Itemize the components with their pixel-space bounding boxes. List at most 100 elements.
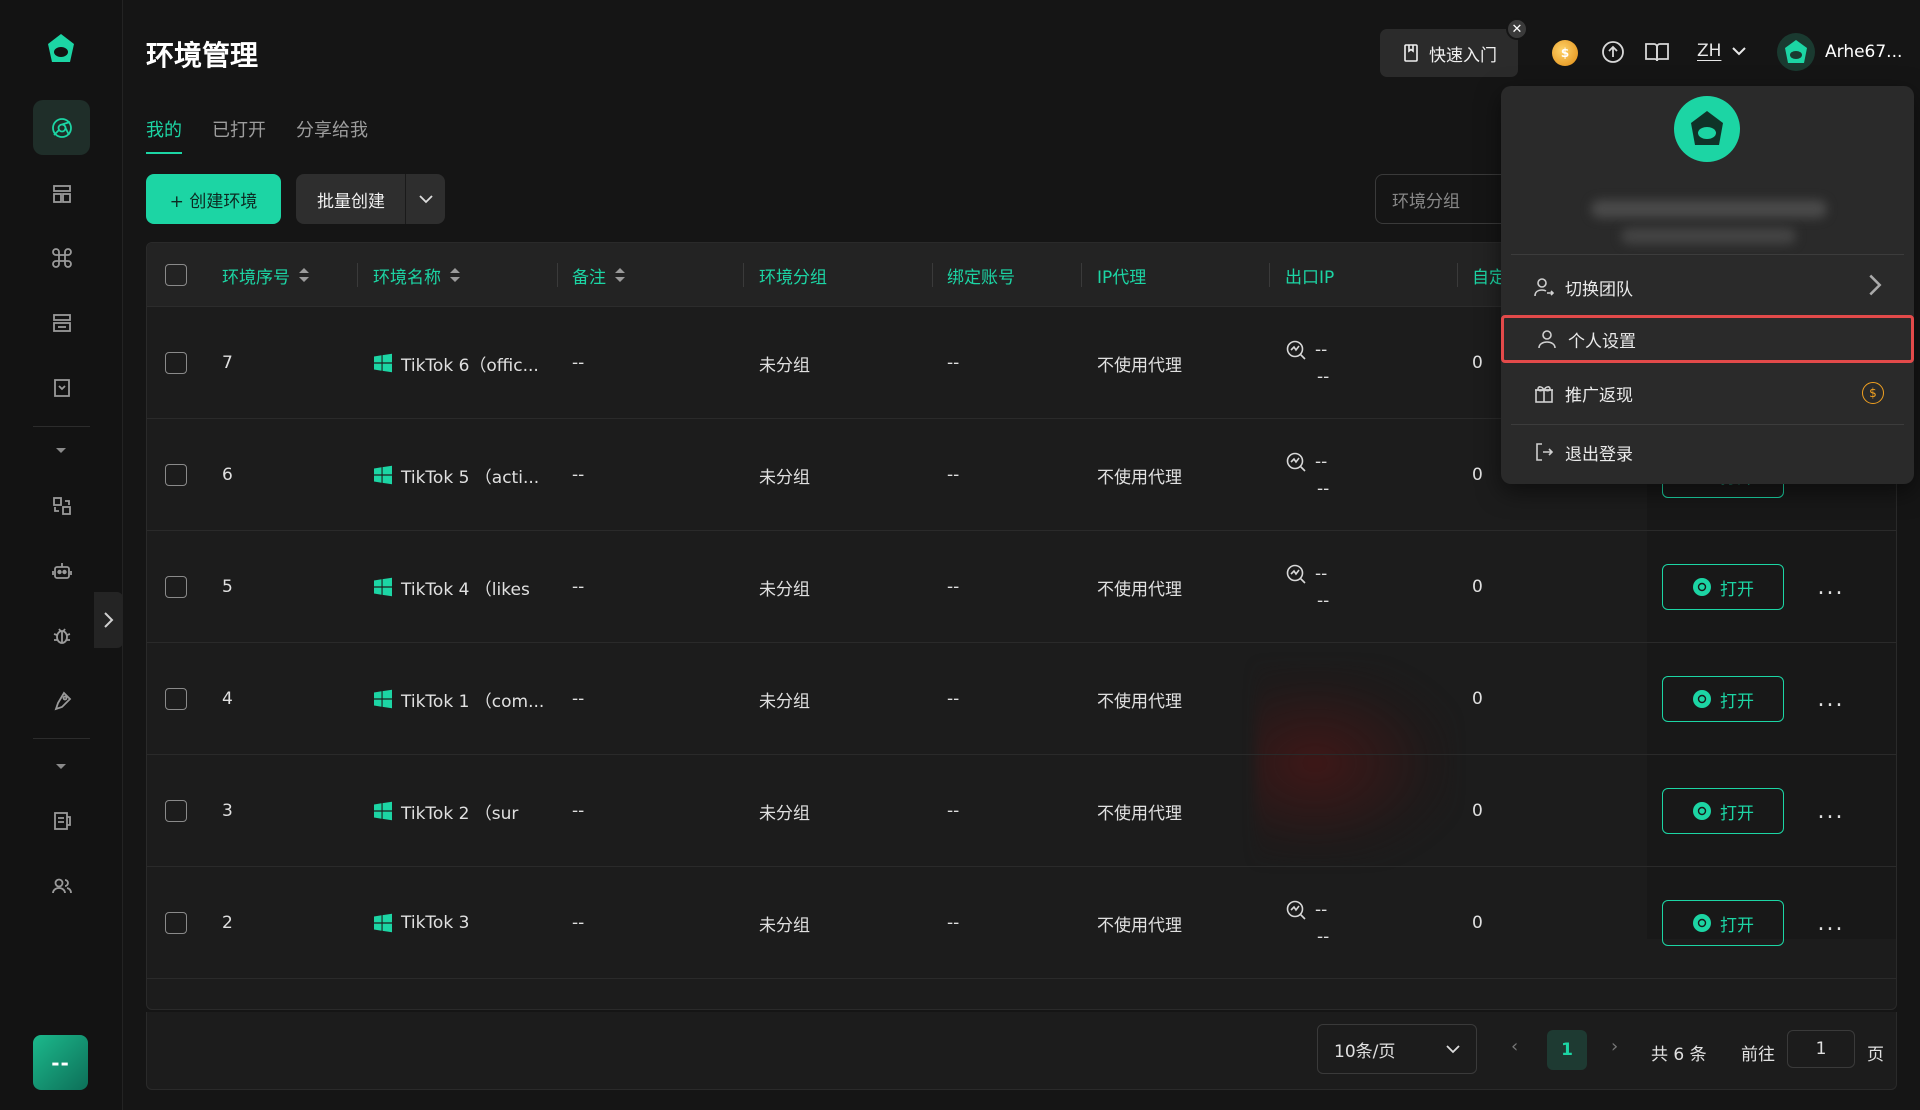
- exit-ip-value: --: [1315, 340, 1328, 360]
- table-row[interactable]: 4 TikTok 1 （com... -- 未分组 -- 不使用代理 0 打开...: [147, 643, 1896, 755]
- quick-start-button[interactable]: 快速入门: [1380, 29, 1518, 77]
- personal-settings-item[interactable]: 个人设置: [1501, 315, 1914, 363]
- env-note: --: [572, 465, 585, 485]
- close-icon[interactable]: ✕: [1506, 18, 1528, 40]
- total-count: 共 6 条: [1651, 1045, 1707, 1065]
- exit-ip-value-2: --: [1317, 479, 1330, 499]
- chevron-right-icon: [1864, 274, 1886, 301]
- row-checkbox[interactable]: [165, 464, 187, 486]
- table-row[interactable]: 2 TikTok 3 -- 未分组 -- 不使用代理 -- -- 0 打开...: [147, 867, 1896, 979]
- tab-shared-with-me[interactable]: 分享给我: [296, 116, 368, 154]
- batch-create-button[interactable]: 批量创建: [296, 174, 406, 224]
- open-env-button[interactable]: 打开: [1662, 788, 1784, 834]
- referral-item[interactable]: 推广返现 $: [1511, 369, 1904, 417]
- col-env-name[interactable]: 环境名称: [373, 243, 461, 307]
- collapse-caret-icon[interactable]: [51, 444, 71, 458]
- open-env-button[interactable]: 打开: [1662, 900, 1784, 946]
- env-ip-proxy: 不使用代理: [1097, 915, 1182, 936]
- table-row[interactable]: 5 TikTok 4 （likes -- 未分组 -- 不使用代理 -- -- 0 打开...: [147, 531, 1896, 643]
- env-bound-account: --: [947, 801, 960, 821]
- env-id: 6: [222, 465, 233, 485]
- table-row[interactable]: 3 TikTok 2 （sur -- 未分组 -- 不使用代理 0 打开...: [147, 755, 1896, 867]
- env-id: 7: [222, 353, 233, 373]
- nav-log-icon[interactable]: [33, 793, 90, 848]
- env-name-cell[interactable]: TikTok 2 （sur: [373, 755, 518, 867]
- more-actions-button[interactable]: ...: [1813, 572, 1849, 602]
- prev-page-icon[interactable]: ‹: [1511, 1036, 1518, 1057]
- ip-check-icon: [1286, 452, 1306, 472]
- row-checkbox[interactable]: [165, 912, 187, 934]
- env-name-cell[interactable]: TikTok 1 （com...: [373, 643, 544, 755]
- logout-label: 退出登录: [1565, 444, 1633, 465]
- env-bound-account: --: [947, 353, 960, 373]
- sort-icon: [450, 268, 460, 282]
- env-custom: 0: [1472, 353, 1483, 373]
- nav-bug-icon[interactable]: [33, 608, 90, 663]
- sort-icon: [615, 268, 625, 282]
- nav-robot-icon[interactable]: [33, 543, 90, 598]
- nav-command-icon[interactable]: [33, 230, 90, 285]
- coin-icon[interactable]: $: [1552, 40, 1578, 66]
- page-size-select[interactable]: 10条/页: [1317, 1024, 1477, 1074]
- docs-book-icon[interactable]: [1644, 39, 1670, 65]
- nav-group-icon[interactable]: [33, 166, 90, 221]
- open-env-button[interactable]: 打开: [1662, 676, 1784, 722]
- avatar: [1777, 33, 1815, 71]
- more-actions-button[interactable]: ...: [1813, 796, 1849, 826]
- env-custom: 0: [1472, 577, 1483, 597]
- language-label: ZH: [1697, 41, 1722, 61]
- env-ip-proxy: 不使用代理: [1097, 467, 1182, 488]
- open-label: 打开: [1720, 579, 1754, 600]
- col-note[interactable]: 备注: [572, 243, 626, 307]
- nav-team-icon[interactable]: [33, 858, 90, 913]
- sidebar-expand-button[interactable]: [94, 592, 123, 648]
- tab-opened[interactable]: 已打开: [212, 116, 266, 154]
- nav-divider: [33, 426, 90, 427]
- col-env-id[interactable]: 环境序号: [222, 243, 310, 307]
- env-name-cell[interactable]: TikTok 5 （acti...: [373, 419, 539, 531]
- collapse-caret-icon[interactable]: [51, 760, 71, 774]
- col-label: 环境序号: [222, 267, 290, 288]
- next-page-icon[interactable]: ›: [1611, 1036, 1618, 1057]
- env-group: 未分组: [759, 803, 810, 824]
- create-env-button[interactable]: + 创建环境: [146, 174, 281, 224]
- env-name: TikTok 2 （sur: [401, 803, 519, 824]
- switch-team-item[interactable]: 切换团队: [1511, 263, 1904, 311]
- more-actions-button[interactable]: ...: [1813, 908, 1849, 938]
- logout-icon: [1536, 443, 1554, 461]
- env-name-cell[interactable]: TikTok 3: [373, 867, 469, 979]
- goto-page-input[interactable]: 1: [1787, 1030, 1855, 1068]
- workspace-badge[interactable]: --: [33, 1035, 88, 1090]
- language-selector[interactable]: ZH: [1697, 41, 1747, 61]
- tab-mine[interactable]: 我的: [146, 116, 182, 154]
- row-checkbox[interactable]: [165, 800, 187, 822]
- row-checkbox[interactable]: [165, 688, 187, 710]
- upload-icon[interactable]: [1600, 39, 1626, 65]
- exit-ip-value-2: --: [1317, 927, 1330, 947]
- nav-browser-env-icon[interactable]: [33, 100, 90, 155]
- nav-list-icon[interactable]: [33, 295, 90, 350]
- env-name-cell[interactable]: TikTok 6（offic...: [373, 307, 539, 419]
- open-label: 打开: [1720, 691, 1754, 712]
- windows-icon: [374, 913, 392, 933]
- ip-check-icon: [1286, 564, 1306, 584]
- more-actions-button[interactable]: ...: [1813, 684, 1849, 714]
- nav-shop-icon[interactable]: [33, 360, 90, 415]
- row-checkbox[interactable]: [165, 352, 187, 374]
- row-checkbox[interactable]: [165, 576, 187, 598]
- page-number-current[interactable]: 1: [1547, 1030, 1587, 1070]
- batch-create-dropdown-button[interactable]: [405, 174, 445, 224]
- user-menu-trigger[interactable]: Arhe67...: [1777, 33, 1902, 71]
- nav-extension-icon[interactable]: [33, 673, 90, 728]
- logout-item[interactable]: 退出登录: [1511, 428, 1904, 476]
- redacted-user-id: [1621, 228, 1796, 244]
- open-label: 打开: [1720, 915, 1754, 936]
- menu-divider: [1511, 254, 1904, 255]
- env-name-cell[interactable]: TikTok 4 （likes: [373, 531, 530, 643]
- nav-transfer-icon[interactable]: [33, 478, 90, 533]
- tab-bar: 我的 已打开 分享给我: [146, 116, 368, 154]
- env-name: TikTok 5 （acti...: [401, 467, 540, 488]
- env-ip-proxy: 不使用代理: [1097, 803, 1182, 824]
- open-env-button[interactable]: 打开: [1662, 564, 1784, 610]
- select-all-checkbox[interactable]: [165, 264, 187, 286]
